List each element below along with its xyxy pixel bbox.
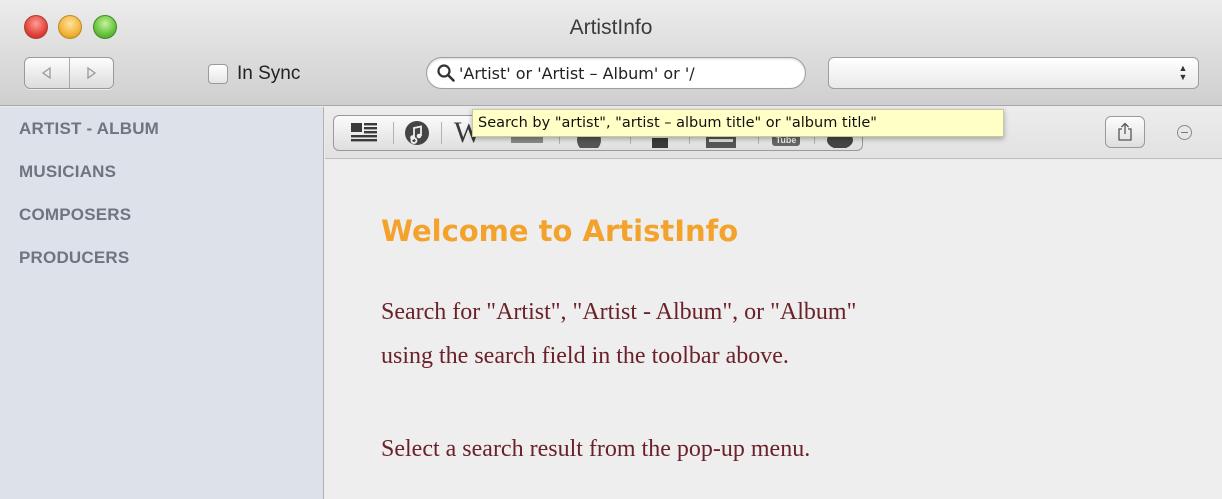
instruction-line: Search for "Artist", "Artist - Album", o… <box>381 299 857 325</box>
music-note-icon <box>405 121 429 145</box>
in-sync-label: In Sync <box>237 63 301 84</box>
divider <box>393 122 394 144</box>
back-forward-control <box>24 57 114 89</box>
search-results-popup[interactable]: ▲ ▼ <box>828 57 1199 89</box>
in-sync-checkbox[interactable] <box>208 64 228 84</box>
window-toolbar: ArtistInfo In Sync ▲▼ <box>0 0 1222 106</box>
welcome-heading: Welcome to ArtistInfo <box>381 214 739 248</box>
back-button[interactable] <box>25 58 69 88</box>
search-input[interactable] <box>456 63 805 83</box>
share-button[interactable] <box>1105 116 1145 148</box>
source-button-music[interactable] <box>400 116 434 150</box>
sidebar-item-artist-album[interactable]: ARTIST - ALBUM <box>19 119 159 139</box>
sidebar-item-composers[interactable]: COMPOSERS <box>19 205 131 225</box>
minus-circle-icon[interactable] <box>1177 125 1192 140</box>
search-tooltip: Search by "artist", "artist – album titl… <box>472 109 1004 137</box>
popup-arrows-icon: ▲ ▼ <box>1178 63 1188 82</box>
text-lines-icon <box>351 123 377 142</box>
triangle-left-icon <box>41 67 51 79</box>
forward-button[interactable] <box>68 58 114 88</box>
triangle-right-icon <box>87 67 97 79</box>
search-icon <box>437 64 455 82</box>
sidebar-item-producers[interactable]: PRODUCERS <box>19 248 129 268</box>
instruction-line: using the search field in the toolbar ab… <box>381 343 789 369</box>
window-title: ArtistInfo <box>569 16 653 39</box>
instruction-line: Select a search result from the pop-up m… <box>381 436 811 462</box>
source-button-text[interactable] <box>342 116 386 150</box>
share-icon <box>1118 122 1132 141</box>
sidebar-item-musicians[interactable]: MUSICIANS <box>19 162 116 182</box>
search-field[interactable] <box>426 57 806 89</box>
divider <box>441 122 442 144</box>
in-sync-control[interactable]: In Sync <box>208 63 300 85</box>
sidebar: ARTIST - ALBUM MUSICIANS COMPOSERS PRODU… <box>0 107 324 499</box>
content-view: Welcome to ArtistInfo Search for "Artist… <box>325 160 1222 499</box>
